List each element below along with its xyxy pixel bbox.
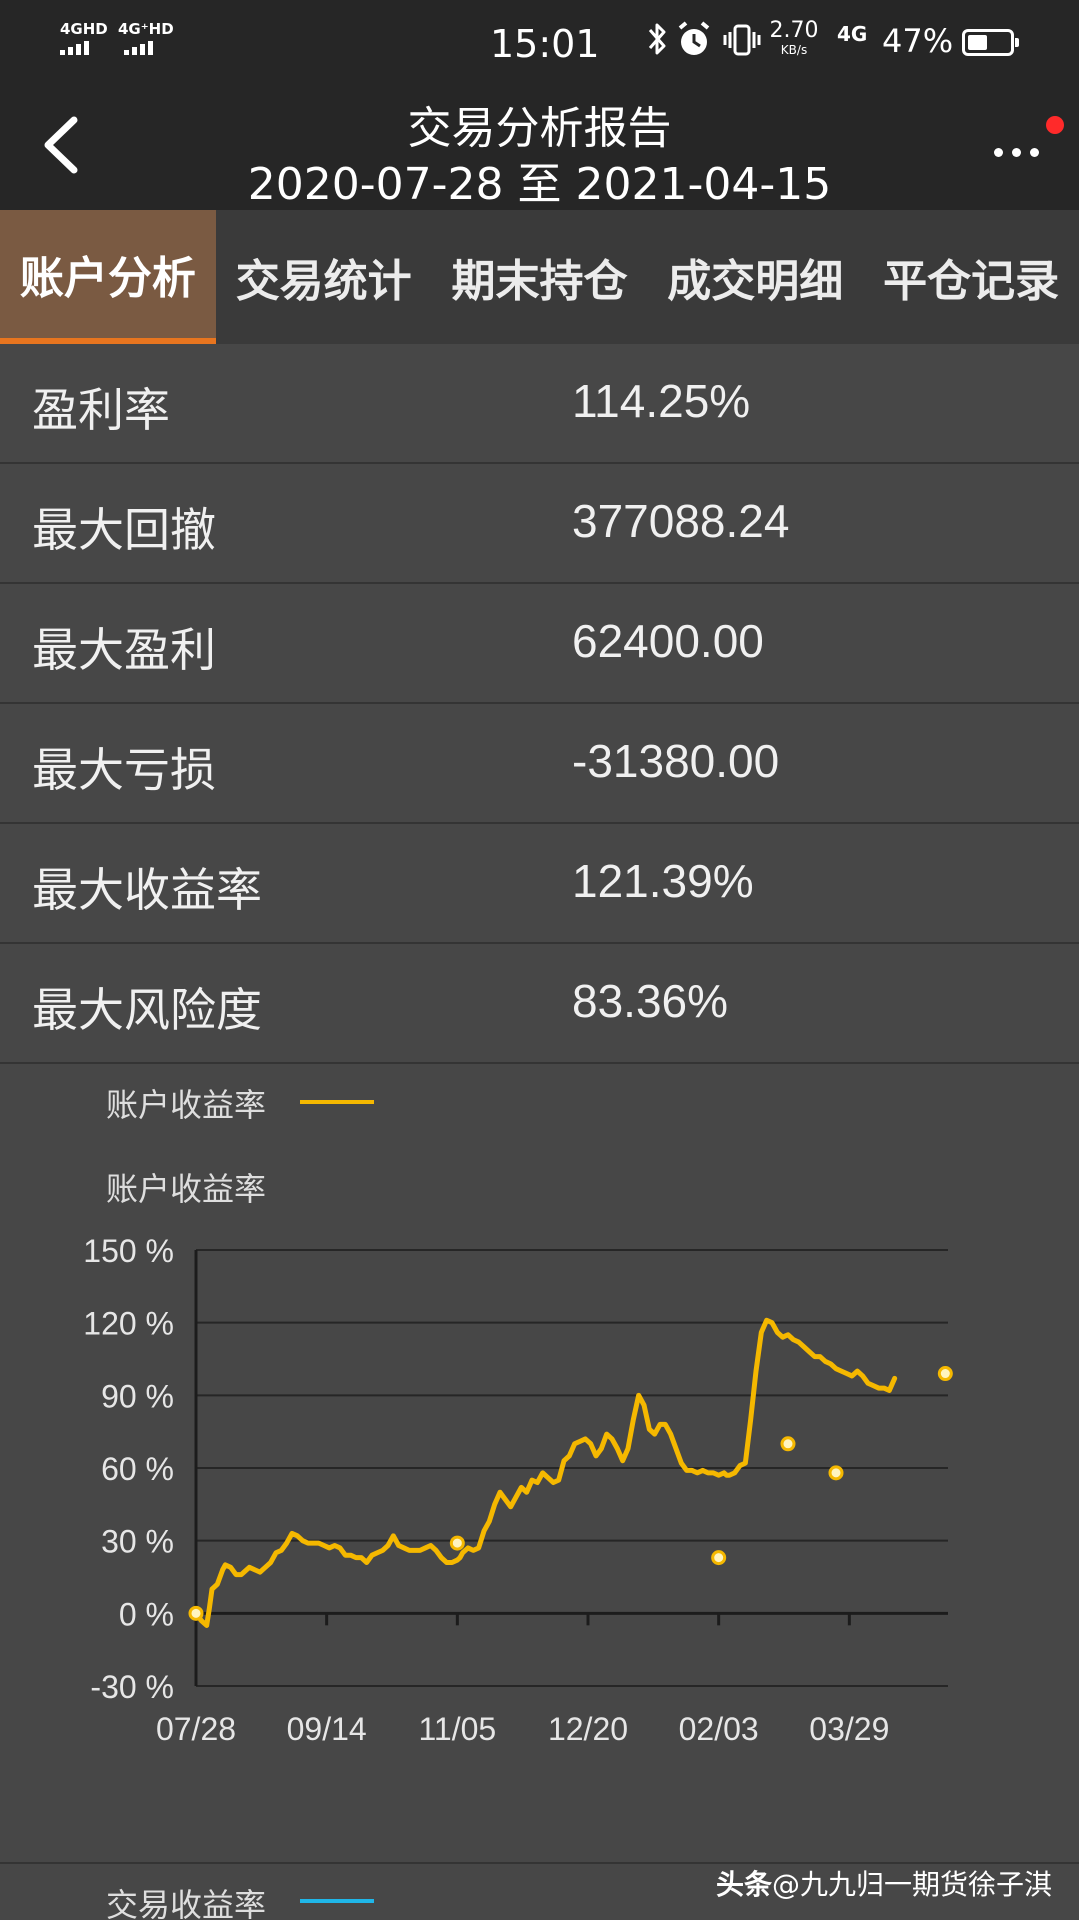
stat-row-profit-rate: 盈利率 114.25% [0, 344, 1079, 464]
date-range: 2020-07-28 至 2021-04-15 [247, 159, 832, 210]
stat-label: 最大收益率 [32, 863, 262, 917]
signal-3-icon: 4G [837, 22, 868, 46]
stat-label: 最大回撤 [32, 503, 216, 557]
status-bar: 4GHD 4G⁺HD 15:01 2.70 KB/s 4G 47% [0, 0, 1079, 86]
series-line-account-return [193, 1317, 898, 1628]
y-tick-label: 0 % [119, 1596, 174, 1632]
signal-1-icon: 4GHD [60, 22, 108, 55]
data-point-marker [937, 1366, 953, 1382]
stat-row-max-drawdown: 最大回撤 377088.24 [0, 464, 1079, 584]
x-tick-label: 09/14 [287, 1711, 367, 1747]
data-point-marker [780, 1436, 796, 1452]
network-label-1: 4GHD [60, 20, 108, 38]
page-title: 交易分析报告 [407, 103, 672, 154]
x-tick-label: 07/28 [156, 1711, 236, 1747]
stat-value: 377088.24 [572, 495, 790, 547]
data-point-marker [711, 1550, 727, 1566]
x-tick-label: 11/05 [418, 1711, 496, 1747]
notification-badge [1046, 116, 1064, 134]
stat-value: -31380.00 [572, 735, 780, 787]
y-tick-label: 150 % [83, 1233, 174, 1269]
x-tick-label: 12/20 [548, 1711, 628, 1747]
y-tick-label: -30 % [90, 1669, 174, 1705]
network-speed: 2.70 KB/s [769, 18, 819, 57]
tab-deal-details[interactable]: 成交明细 [647, 210, 863, 344]
tab-bar: 账户分析 交易统计 期末持仓 成交明细 平仓记录 [0, 210, 1079, 344]
tab-end-positions[interactable]: 期末持仓 [432, 210, 648, 344]
chart-legend-swatch [300, 1100, 374, 1104]
x-tick-label: 02/03 [679, 1711, 759, 1747]
y-tick-label: 120 % [83, 1306, 174, 1342]
chart-section: 150 % 120 % 90 % 60 % 30 % 0 % -30 % 07/28 09/14… [0, 1066, 1079, 1850]
chart-title: 账户收益率 [106, 1170, 267, 1208]
stat-label: 最大亏损 [32, 743, 216, 797]
stat-value: 83.36% [572, 975, 729, 1027]
alarm-icon [678, 21, 710, 55]
stat-row-max-return-rate: 最大收益率 121.39% [0, 824, 1079, 944]
battery-percent: 47% [882, 22, 954, 60]
second-legend-label: 交易收益率 [106, 1886, 267, 1920]
clock: 15:01 [490, 22, 600, 66]
stat-value: 121.39% [572, 855, 754, 907]
stat-label: 最大风险度 [32, 983, 262, 1037]
stat-label: 最大盈利 [32, 623, 216, 677]
vibrate-icon [723, 24, 761, 56]
data-point-marker [828, 1465, 844, 1481]
stat-row-max-profit: 最大盈利 62400.00 [0, 584, 1079, 704]
signal-2-icon: 4G⁺HD [118, 22, 174, 55]
stats-list: 盈利率 114.25% 最大回撤 377088.24 最大盈利 62400.00… [0, 344, 1079, 1064]
title-bar: 交易分析报告 2020-07-28 至 2021-04-15 [0, 86, 1079, 210]
tab-close-records[interactable]: 平仓记录 [863, 210, 1079, 344]
tab-account-analysis[interactable]: 账户分析 [0, 210, 216, 344]
bluetooth-icon [648, 23, 666, 55]
network-label-2: 4G⁺HD [118, 20, 174, 38]
second-legend-swatch [300, 1899, 374, 1903]
tab-trade-stats[interactable]: 交易统计 [216, 210, 432, 344]
data-point-marker [449, 1535, 465, 1551]
watermark: 头条@九九归一期货徐子淇 [716, 1868, 1053, 1901]
stat-row-max-risk: 最大风险度 83.36% [0, 944, 1079, 1064]
chart-legend-label: 账户收益率 [106, 1086, 267, 1124]
stat-value: 114.25% [572, 375, 751, 427]
data-point-marker [188, 1605, 204, 1621]
y-tick-label: 90 % [101, 1378, 174, 1414]
stat-row-max-loss: 最大亏损 -31380.00 [0, 704, 1079, 824]
x-tick-label: 03/29 [809, 1711, 889, 1747]
stat-value: 62400.00 [572, 615, 764, 667]
y-tick-label: 30 % [101, 1524, 174, 1560]
battery-icon [962, 29, 1019, 56]
stat-label: 盈利率 [32, 383, 170, 437]
more-button[interactable] [990, 138, 1050, 168]
y-tick-label: 60 % [101, 1451, 174, 1487]
